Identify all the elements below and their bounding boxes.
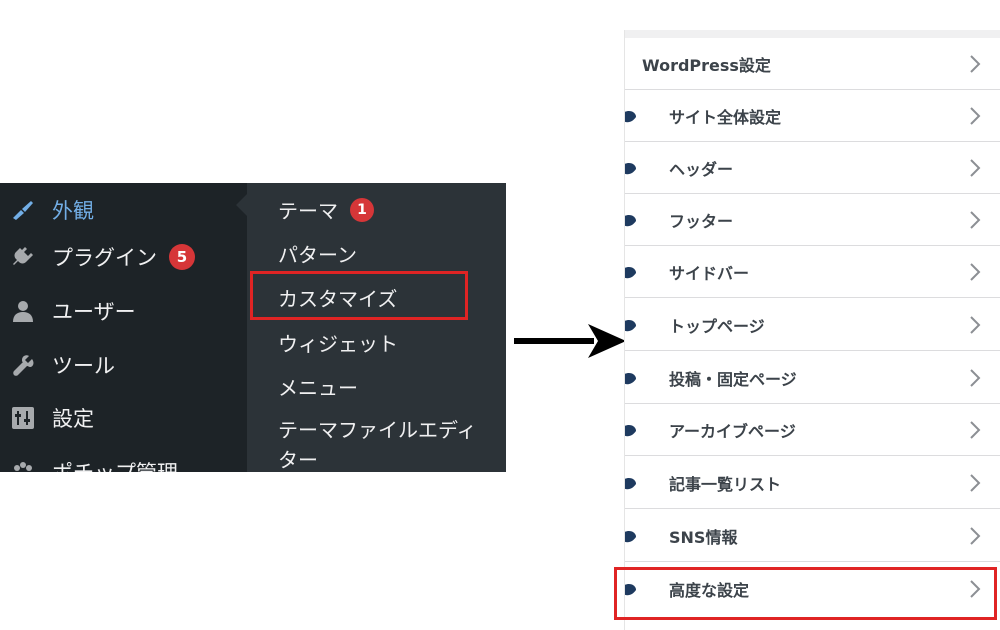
submenu-item-patterns[interactable]: パターン [278,239,357,268]
plugin-icon [10,244,36,270]
customize-highlight-box [250,271,468,320]
paintbrush-icon [10,197,36,223]
section-leaf-icon [625,425,636,437]
section-label: 投稿・固定ページ [669,369,797,389]
customizer-top-bar [625,30,1000,38]
submenu-item-label: メニュー [278,376,358,400]
chevron-right-icon [970,211,981,229]
section-label: WordPress設定 [642,55,771,75]
menu-item-label: ポチップ管理 [52,457,178,472]
theme-update-badge: 1 [350,197,374,222]
menu-item-users[interactable]: ユーザー [0,284,247,338]
menu-item-plugins[interactable]: プラグイン 5 [0,230,247,284]
chevron-right-icon [970,107,981,125]
submenu-item-menus[interactable]: メニュー [278,372,358,401]
submenu-pointer [236,194,247,216]
paw-icon [10,459,36,472]
section-label: 記事一覧リスト [669,474,782,494]
customizer-section-wordpress-settings[interactable]: WordPress設定 [625,38,1000,90]
menu-item-label: ユーザー [52,300,136,324]
section-leaf-icon [625,111,636,123]
menu-item-pochipp[interactable]: ポチップ管理 [0,445,247,472]
customizer-section-footer[interactable]: フッター [625,194,1000,246]
menu-item-label: プラグイン [52,246,157,270]
wp-admin-menu: 外観 プラグイン 5 ユーザー ツール 設定 テーマ 1 パターン カスタマイズ… [0,183,506,472]
chevron-right-icon [970,474,981,492]
submenu-item-label: パターン [278,243,357,267]
section-leaf-icon [625,478,636,490]
submenu-item-themes[interactable]: テーマ 1 [278,195,374,224]
customizer-section-header[interactable]: ヘッダー [625,142,1000,194]
section-label: ヘッダー [669,159,734,179]
menu-item-label: ツール [52,354,115,378]
chevron-right-icon [970,527,981,545]
submenu-item-label: テーマファイルエディター [278,418,477,472]
customizer-panel: WordPress設定 サイト全体設定 ヘッダー フッター サイドバー トップペ… [624,30,1000,630]
section-leaf-icon [625,163,636,175]
menu-item-settings[interactable]: 設定 [0,391,247,445]
user-icon [10,298,36,324]
section-label: アーカイブページ [669,421,796,441]
chevron-right-icon [970,421,981,439]
plugin-update-badge: 5 [169,244,195,270]
menu-item-tools[interactable]: ツール [0,338,247,392]
chevron-right-icon [970,159,981,177]
section-leaf-icon [625,215,636,227]
section-label: サイドバー [669,263,750,283]
menu-item-label: 設定 [52,407,94,431]
advanced-settings-highlight-box [614,567,997,620]
submenu-item-label: ウィジェット [278,332,398,356]
customizer-section-site-settings[interactable]: サイト全体設定 [625,90,1000,142]
section-leaf-icon [625,373,636,385]
section-leaf-icon [625,267,636,279]
submenu-item-theme-file-editor[interactable]: テーマファイルエディター [278,415,488,472]
right-arrow-icon [514,324,626,358]
section-label: サイト全体設定 [669,107,782,127]
admin-sidebar: 外観 プラグイン 5 ユーザー ツール 設定 [0,183,247,472]
customizer-section-posts-pages[interactable]: 投稿・固定ページ [625,352,1000,404]
customizer-section-sidebar[interactable]: サイドバー [625,246,1000,298]
customizer-section-sns-info[interactable]: SNS情報 [625,510,1000,562]
chevron-right-icon [970,55,981,73]
section-label: SNS情報 [669,527,738,547]
customizer-section-post-list[interactable]: 記事一覧リスト [625,457,1000,509]
customizer-section-top-page[interactable]: トップページ [625,299,1000,351]
wrench-icon [10,352,36,378]
section-leaf-icon [625,531,636,543]
settings-icon [10,405,36,431]
section-leaf-icon [625,320,636,332]
submenu-item-label: テーマ [278,199,338,223]
section-label: フッター [669,211,734,231]
chevron-right-icon [970,263,981,281]
appearance-submenu: テーマ 1 パターン カスタマイズ ウィジェット メニュー テーマファイルエディ… [247,183,506,472]
menu-item-label: 外観 [52,199,94,223]
customizer-section-archive-page[interactable]: アーカイブページ [625,404,1000,456]
chevron-right-icon [970,369,981,387]
submenu-item-widgets[interactable]: ウィジェット [278,328,398,357]
chevron-right-icon [970,316,981,334]
section-label: トップページ [669,316,765,336]
menu-item-appearance[interactable]: 外観 [0,183,247,237]
